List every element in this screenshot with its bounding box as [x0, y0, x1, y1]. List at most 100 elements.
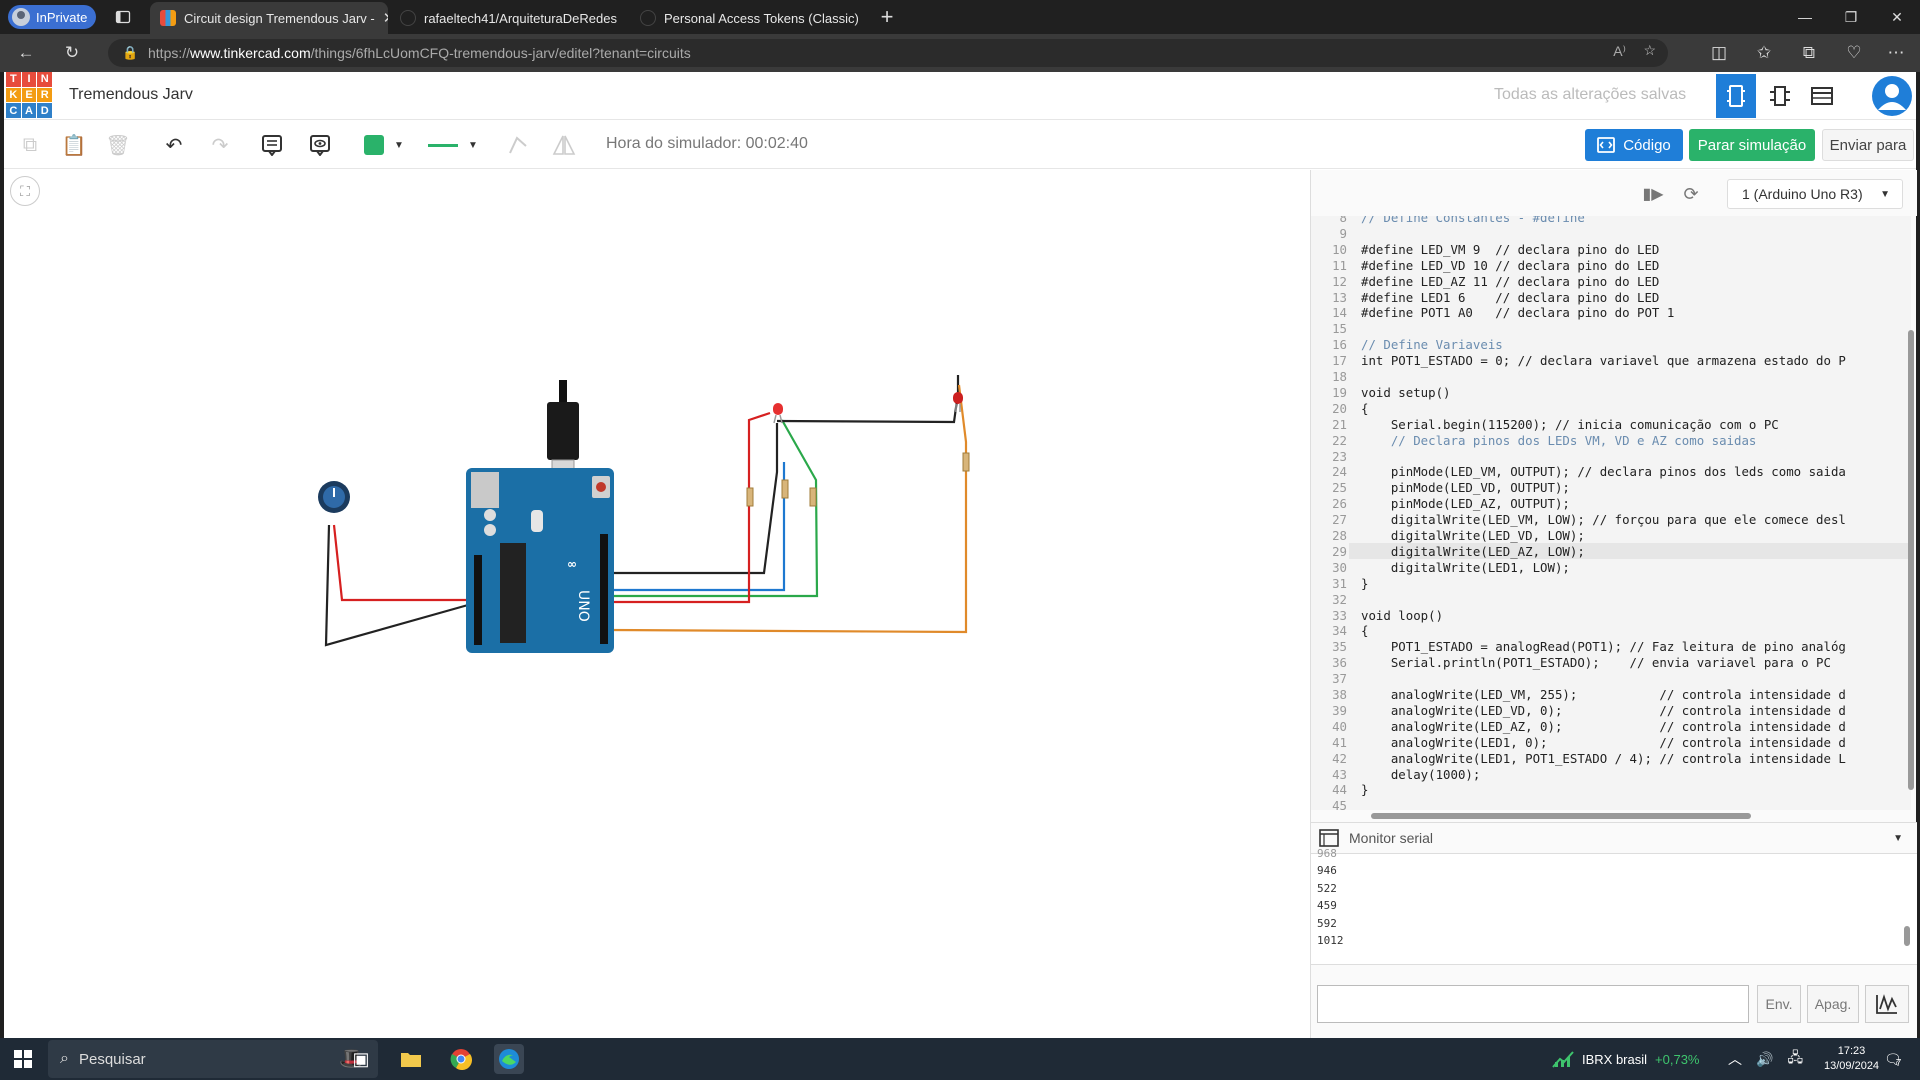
line-number: 14	[1332, 305, 1347, 321]
browser-tab-tinkercad[interactable]: Circuit design Tremendous Jarv - ✕	[150, 2, 388, 34]
wire-type-picker[interactable]: ▼	[424, 129, 486, 161]
refresh-icon[interactable]: ↻	[60, 41, 84, 65]
tinkercad-favicon-icon	[160, 10, 176, 26]
project-title[interactable]: Tremendous Jarv	[69, 86, 193, 104]
url-bar[interactable]: 🔒 https://www.tinkercad.com/things/6fhLc…	[108, 39, 1668, 67]
code-line: digitalWrite(LED_VM, LOW); // forçou par…	[1361, 512, 1846, 528]
close-window-icon[interactable]: ✕	[1874, 0, 1920, 34]
chevron-down-icon[interactable]: ▼	[1893, 833, 1903, 844]
redo-icon[interactable]: ↷	[206, 131, 234, 159]
code-line: void setup()	[1361, 384, 1451, 400]
line-number: 38	[1332, 687, 1347, 702]
code-vertical-scrollbar[interactable]	[1907, 220, 1915, 810]
split-screen-icon[interactable]: ◫	[1707, 41, 1731, 65]
clock-date: 13/09/2024	[1824, 1060, 1880, 1072]
line-number: 42	[1332, 750, 1347, 766]
code-line: pinMode(LED_VM, OUTPUT); // declara pino…	[1361, 464, 1846, 480]
code-line: #define LED_AZ 11 // declara pino do LED	[1361, 273, 1660, 289]
code-horizontal-scrollbar[interactable]	[1351, 812, 1891, 820]
inprivate-badge[interactable]: InPrivate	[8, 5, 96, 29]
line-number: 28	[1332, 528, 1347, 543]
tinkercad-logo[interactable]: T I N K E R C A D	[6, 72, 52, 118]
color-picker[interactable]: ▼	[356, 129, 414, 161]
network-icon[interactable]: 🖧	[1787, 1047, 1803, 1071]
code-line: #define LED1 6 // declara pino do LED	[1361, 289, 1660, 305]
serial-input[interactable]	[1317, 985, 1749, 1023]
device-select[interactable]: 1 (Arduino Uno R3) ▼	[1727, 179, 1903, 209]
code-editor[interactable]: 8 // Define Constantes - #define 9 10 #def…	[1311, 216, 1911, 810]
svg-text:∞: ∞	[567, 557, 577, 571]
serial-send-button[interactable]: Env.	[1757, 985, 1801, 1023]
undo-icon[interactable]: ↶	[160, 131, 188, 159]
collections-icon[interactable]: ⧉	[1797, 41, 1821, 65]
device-select-value: 1 (Arduino Uno R3)	[1742, 186, 1863, 202]
line-number: 12	[1332, 273, 1347, 289]
line-number: 19	[1332, 384, 1347, 400]
windows-taskbar: ⌕ Pesquisar 🎩 ▣ IBRX brasil +0,73% ︿ 🔊 🖧…	[0, 1038, 1920, 1080]
serial-clear-button[interactable]: Apag.	[1807, 985, 1859, 1023]
notes-visibility-icon[interactable]	[306, 131, 334, 159]
more-menu-icon[interactable]: ⋯	[1884, 41, 1908, 65]
circuit-view-button[interactable]	[1716, 74, 1756, 118]
simulator-time: Hora do simulador: 00:02:40	[606, 135, 808, 152]
notifications[interactable]: 🗨 7	[1884, 1038, 1902, 1080]
code-line: Serial.println(POT1_ESTADO); // envia va…	[1361, 655, 1831, 671]
browser-tab-github-repo[interactable]: rafaeltech41/ArquiteturaDeRedes ✕	[390, 2, 626, 34]
stock-widget[interactable]: IBRX brasil +0,73%	[1552, 1038, 1699, 1080]
chevron-up-icon[interactable]: ︿	[1728, 1049, 1742, 1069]
rotate-icon[interactable]	[504, 131, 532, 159]
restore-window-icon[interactable]: ❐	[1828, 0, 1874, 34]
user-avatar[interactable]	[1868, 74, 1916, 118]
favorites-icon[interactable]: ✩	[1752, 41, 1776, 65]
code-line: digitalWrite(LED_VD, LOW);	[1361, 528, 1585, 543]
logo-letter: K	[6, 87, 21, 103]
step-icon[interactable]: ▮▶	[1641, 182, 1665, 206]
code-line: // Declara pinos dos LEDs VM, VD e AZ co…	[1361, 432, 1757, 448]
tab-actions-icon[interactable]	[108, 2, 138, 32]
delete-icon[interactable]: 🗑	[104, 131, 132, 159]
stock-name: IBRX brasil	[1582, 1051, 1648, 1067]
stop-simulation-button[interactable]: Parar simulação	[1689, 129, 1815, 161]
schematic-icon	[1770, 86, 1790, 106]
clock[interactable]: 17:23 13/09/2024	[1824, 1038, 1879, 1080]
back-icon[interactable]: ←	[14, 41, 38, 65]
new-tab-icon[interactable]: +	[872, 2, 902, 32]
close-tab-icon[interactable]: ✕	[383, 9, 388, 27]
serial-monitor-header[interactable]: Monitor serial ▼	[1311, 822, 1917, 854]
code-button-label: Código	[1623, 136, 1671, 154]
speaker-icon[interactable]: 🔊	[1756, 1051, 1773, 1068]
task-view-icon[interactable]: ▣	[346, 1044, 376, 1074]
windows-start-icon[interactable]	[8, 1044, 38, 1074]
logo-letter: E	[21, 87, 37, 103]
code-button[interactable]: Código	[1585, 129, 1683, 161]
circuit-canvas[interactable]: ⛶ UNO ∞	[4, 170, 1310, 1038]
read-aloud-icon[interactable]: A⁾	[1613, 43, 1626, 60]
taskbar-search[interactable]: ⌕ Pesquisar 🎩	[48, 1040, 378, 1078]
color-swatch	[364, 135, 384, 155]
debugger-icon[interactable]: ⟳	[1679, 182, 1703, 206]
line-number: 33	[1332, 607, 1347, 623]
lock-icon: 🔒	[122, 45, 139, 60]
component-list-button[interactable]	[1800, 74, 1844, 118]
notes-icon[interactable]	[258, 131, 286, 159]
browser-tab-github-tokens[interactable]: Personal Access Tokens (Classic) ✕	[630, 2, 866, 34]
schematic-view-button[interactable]	[1758, 74, 1802, 118]
edge-icon[interactable]	[494, 1044, 524, 1074]
paste-icon[interactable]: 📋	[60, 131, 88, 159]
serial-scrollbar[interactable]	[1903, 862, 1911, 958]
flip-icon[interactable]	[550, 131, 578, 159]
line-number: 35	[1332, 639, 1347, 655]
file-explorer-icon[interactable]	[396, 1044, 426, 1074]
close-tab-icon[interactable]: ✕	[625, 9, 626, 27]
browser-essentials-icon[interactable]: ♡	[1842, 41, 1866, 65]
serial-plotter-button[interactable]	[1865, 985, 1909, 1023]
line-number: 37	[1332, 671, 1347, 687]
send-to-button[interactable]: Enviar para	[1822, 129, 1914, 161]
avatar-icon	[1872, 76, 1912, 116]
favorite-star-icon[interactable]: ☆	[1643, 42, 1656, 59]
minimize-window-icon[interactable]: —	[1782, 0, 1828, 34]
code-line: {	[1361, 400, 1369, 416]
line-number: 9	[1339, 225, 1347, 241]
copy-icon[interactable]: ⧉	[16, 131, 44, 159]
chrome-icon[interactable]	[446, 1044, 476, 1074]
